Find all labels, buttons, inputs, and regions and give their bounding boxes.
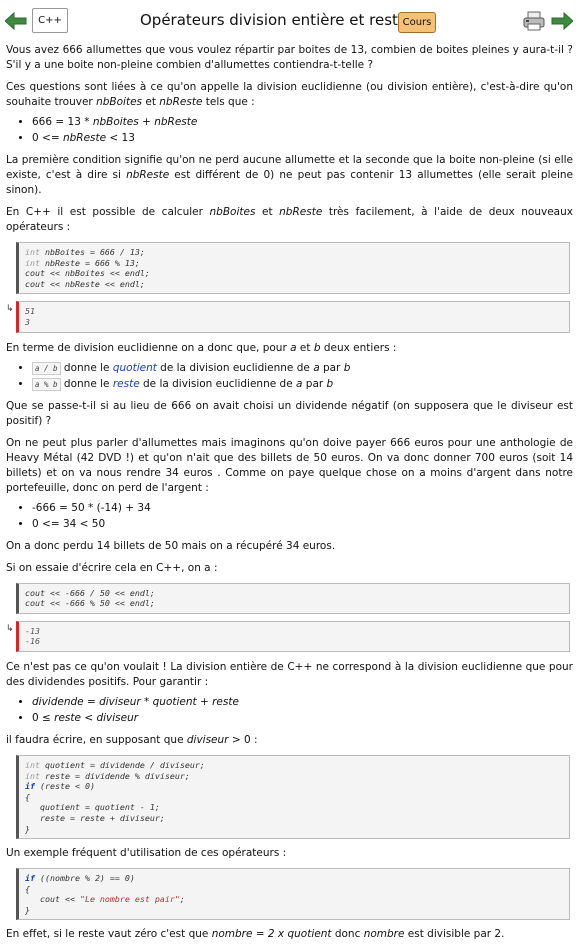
code-block: if ((nombre % 2) == 0) { cout << "Le nom… bbox=[16, 868, 570, 921]
category-badge[interactable]: Cours bbox=[398, 12, 436, 33]
guarantee-list: dividende = diviseur * quotient + reste … bbox=[6, 694, 573, 726]
list-item: 0 ≤ reste < diviseur bbox=[32, 710, 573, 726]
conditions-list: 666 = 13 * nbBoites + nbReste 0 <= nbRes… bbox=[6, 114, 573, 146]
top-bar: C++ Opérateurs division entière et reste… bbox=[0, 0, 579, 40]
list-item: a % b donne le reste de la division eucl… bbox=[32, 376, 573, 392]
paragraph-intro: Vous avez 666 allumettes que vous voulez… bbox=[6, 44, 573, 71]
paragraph-condition-meaning: La première condition signifie qu'on ne … bbox=[6, 154, 573, 196]
paragraph-euclid: Ces questions sont liées à ce qu'on appe… bbox=[6, 81, 573, 108]
paragraph-lost: On a donc perdu 14 billets de 50 mais on… bbox=[6, 539, 336, 552]
paragraph-must-write: il faudra écrire, en supposant que divis… bbox=[6, 733, 258, 746]
list-item: -666 = 50 * (-14) + 34 bbox=[32, 500, 573, 516]
code-block: int quotient = dividende / diviseur; int… bbox=[16, 754, 570, 840]
paragraph-summary: En terme de division euclidienne on a do… bbox=[6, 341, 397, 354]
operators-list: a / b donne le quotient de la division e… bbox=[6, 360, 573, 392]
paragraph-negative-question: Que se passe-t-il si au lieu de 666 on a… bbox=[6, 399, 573, 427]
money-list: -666 = 50 * (-14) + 34 0 <= 34 < 50 bbox=[6, 500, 573, 532]
paragraph-try-cpp: Si on essaie d'écrire cela en C++, on a … bbox=[6, 561, 218, 574]
code-block: int nbBoites = 666 / 13; int nbReste = 6… bbox=[16, 242, 570, 295]
previous-arrow-icon[interactable] bbox=[5, 12, 27, 30]
output-block: ↳ 51 3 bbox=[6, 301, 570, 333]
list-item: 666 = 13 * nbBoites + nbReste bbox=[32, 114, 573, 130]
output-block: ↳ -13 -16 bbox=[6, 620, 570, 652]
next-arrow-icon[interactable] bbox=[551, 12, 573, 30]
paragraph-conclusion: En effet, si le reste vaut zéro c'est qu… bbox=[6, 928, 505, 941]
paragraph-not-wanted: Ce n'est pas ce qu'on voulait ! La divis… bbox=[6, 660, 573, 688]
paragraph-operators: En C++ il est possible de calculer nbBoi… bbox=[6, 206, 573, 233]
list-item: 0 <= nbReste < 13 bbox=[32, 130, 573, 146]
list-item: 0 <= 34 < 50 bbox=[32, 516, 573, 532]
paragraph-money-example: On ne peut plus parler d'allumettes mais… bbox=[6, 436, 573, 494]
page-title: Opérateurs division entière et reste bbox=[140, 11, 408, 29]
paragraph-example-usage: Un exemple fréquent d'utilisation de ces… bbox=[6, 847, 287, 860]
lesson-content: Vous avez 666 allumettes que vous voulez… bbox=[6, 43, 573, 949]
output-arrow-icon: ↳ bbox=[6, 623, 14, 634]
printer-icon[interactable] bbox=[523, 10, 545, 32]
output-arrow-icon: ↳ bbox=[6, 304, 14, 315]
code-block: cout << -666 / 50 << endl; cout << -666 … bbox=[16, 582, 570, 614]
list-item: a / b donne le quotient de la division e… bbox=[32, 360, 573, 376]
list-item: dividende = diviseur * quotient + reste bbox=[32, 694, 573, 710]
language-tag[interactable]: C++ bbox=[32, 8, 68, 33]
